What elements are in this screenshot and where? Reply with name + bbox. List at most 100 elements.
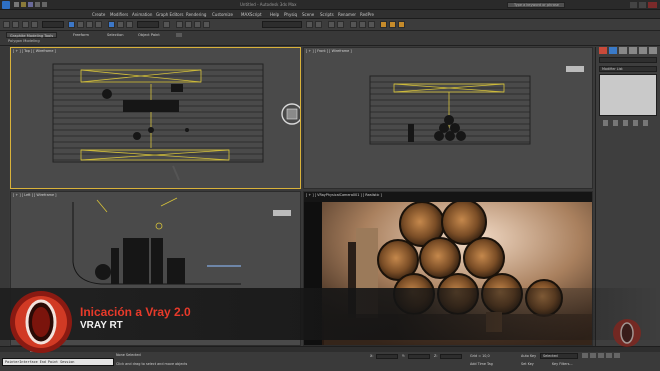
pin-stack-icon[interactable] (603, 120, 608, 126)
open-icon[interactable] (21, 2, 26, 7)
modifier-stack[interactable] (599, 74, 657, 116)
maximize-icon[interactable] (639, 2, 646, 8)
layer-manager-icon[interactable] (328, 21, 335, 28)
menu-scene[interactable]: Scene (302, 12, 314, 17)
playback-controls (582, 353, 622, 359)
viewport-front[interactable]: [ + ] [ Front ] [ Wireframe ] (303, 47, 593, 189)
minimize-icon[interactable] (630, 2, 637, 8)
x-coordinate-field[interactable] (376, 354, 398, 359)
key-filters-button[interactable]: Key Filters... (552, 362, 573, 366)
z-coordinate-field[interactable] (440, 354, 462, 359)
save-icon[interactable] (28, 2, 33, 7)
window-title: Untitled - Autodesk 3ds Max (240, 2, 297, 7)
spinner-snap-icon[interactable] (203, 21, 210, 28)
set-key-button[interactable]: Set Key (521, 362, 534, 366)
ribbon-toggle-icon[interactable] (176, 33, 182, 37)
selection-filter-dropdown[interactable] (42, 21, 64, 28)
modifier-list-dropdown[interactable]: Modifier List (599, 66, 657, 72)
material-editor-icon[interactable] (368, 21, 375, 28)
menu-renamer[interactable]: Renamer (338, 12, 356, 17)
menu-bar: Create Modifiers Animation Graph Editors… (0, 10, 660, 19)
quick-access-toolbar (14, 2, 64, 8)
move-icon[interactable] (108, 21, 115, 28)
show-end-result-icon[interactable] (613, 120, 618, 126)
menu-modifiers[interactable]: Modifiers (110, 12, 128, 17)
rotate-icon[interactable] (117, 21, 124, 28)
angle-snap-icon[interactable] (185, 21, 192, 28)
remove-modifier-icon[interactable] (633, 120, 638, 126)
previous-frame-icon[interactable] (590, 353, 596, 358)
schematic-view-icon[interactable] (359, 21, 366, 28)
add-time-tag[interactable]: Add Time Tag (470, 362, 493, 366)
y-coordinate-field[interactable] (408, 354, 430, 359)
hierarchy-tab-icon[interactable] (619, 47, 627, 54)
menu-maxscript[interactable]: MAXScript (241, 12, 262, 17)
utilities-tab-icon[interactable] (649, 47, 657, 54)
rendered-frame-window-icon[interactable] (389, 21, 396, 28)
go-to-end-icon[interactable] (614, 353, 620, 358)
title-bar: Untitled - Autodesk 3ds Max Type a keywo… (0, 0, 660, 10)
object-name-field[interactable] (599, 57, 657, 63)
scale-icon[interactable] (126, 21, 133, 28)
close-icon[interactable] (648, 2, 657, 8)
search-input[interactable]: Type a keyword or phrase (507, 2, 565, 8)
link-icon[interactable] (22, 21, 29, 28)
select-object-icon[interactable] (68, 21, 75, 28)
tab-freeform[interactable]: Freeform (70, 32, 92, 38)
x-label: X: (370, 354, 374, 358)
align-icon[interactable] (315, 21, 322, 28)
named-selection-dropdown[interactable] (262, 21, 302, 28)
mirror-icon[interactable] (306, 21, 313, 28)
window-crossing-icon[interactable] (95, 21, 102, 28)
render-setup-icon[interactable] (380, 21, 387, 28)
redo-button[interactable] (12, 21, 19, 28)
configure-sets-icon[interactable] (643, 120, 648, 126)
motion-tab-icon[interactable] (629, 47, 637, 54)
curve-editor-icon[interactable] (350, 21, 357, 28)
menu-help[interactable]: Help (270, 12, 279, 17)
menu-create[interactable]: Create (92, 12, 105, 17)
pivot-icon[interactable] (163, 21, 170, 28)
maxscript-listener-field[interactable]: PainterInterface End Paint Session (2, 358, 114, 366)
top-wireframe-scene (52, 63, 264, 181)
select-by-name-icon[interactable] (77, 21, 84, 28)
menu-scripts[interactable]: Scripts (320, 12, 334, 17)
undo-icon[interactable] (35, 2, 40, 7)
grid-size: Grid = 10,0 (470, 354, 490, 358)
reference-coord-dropdown[interactable] (137, 21, 159, 28)
modify-tab-icon[interactable] (609, 47, 617, 54)
watermark-logo-icon (613, 319, 641, 347)
redo-icon[interactable] (42, 2, 47, 7)
viewport-label[interactable]: [ + ] [ VRayPhysicalCamera001 ] [ Realis… (306, 193, 382, 197)
menu-physiq[interactable]: Physiq (284, 12, 297, 17)
auto-key-button[interactable]: Auto Key (521, 354, 536, 358)
app-logo-icon[interactable] (2, 1, 10, 9)
make-unique-icon[interactable] (623, 120, 628, 126)
snap-toggle-icon[interactable] (176, 21, 183, 28)
menu-graph-editors[interactable]: Graph Editors (156, 12, 183, 17)
tab-graphite-modeling-tools[interactable]: Graphite Modeling Tools (6, 32, 58, 38)
tab-selection[interactable]: Selection (104, 32, 127, 38)
percent-snap-icon[interactable] (194, 21, 201, 28)
selection-status: None Selected (116, 353, 141, 357)
graphite-toggle-icon[interactable] (337, 21, 344, 28)
viewport-top[interactable]: [ + ] [ Top ] [ Wireframe ] (10, 47, 301, 189)
go-to-start-icon[interactable] (582, 353, 588, 358)
tab-object-paint[interactable]: Object Paint (135, 32, 163, 38)
menu-animation[interactable]: Animation (132, 12, 152, 17)
menu-redpre[interactable]: RedPre (360, 12, 374, 17)
play-icon[interactable] (598, 353, 604, 358)
render-production-icon[interactable] (398, 21, 405, 28)
unlink-icon[interactable] (31, 21, 38, 28)
next-frame-icon[interactable] (606, 353, 612, 358)
menu-rendering[interactable]: Rendering (186, 12, 206, 17)
main-toolbar (0, 19, 660, 31)
key-mode-dropdown[interactable]: Selected (540, 353, 578, 359)
undo-button[interactable] (3, 21, 10, 28)
viewcube-icon[interactable] (281, 103, 300, 125)
menu-customize[interactable]: Customize (212, 12, 233, 17)
rectangular-selection-icon[interactable] (86, 21, 93, 28)
display-tab-icon[interactable] (639, 47, 647, 54)
create-tab-icon[interactable] (599, 47, 607, 54)
new-icon[interactable] (14, 2, 19, 7)
